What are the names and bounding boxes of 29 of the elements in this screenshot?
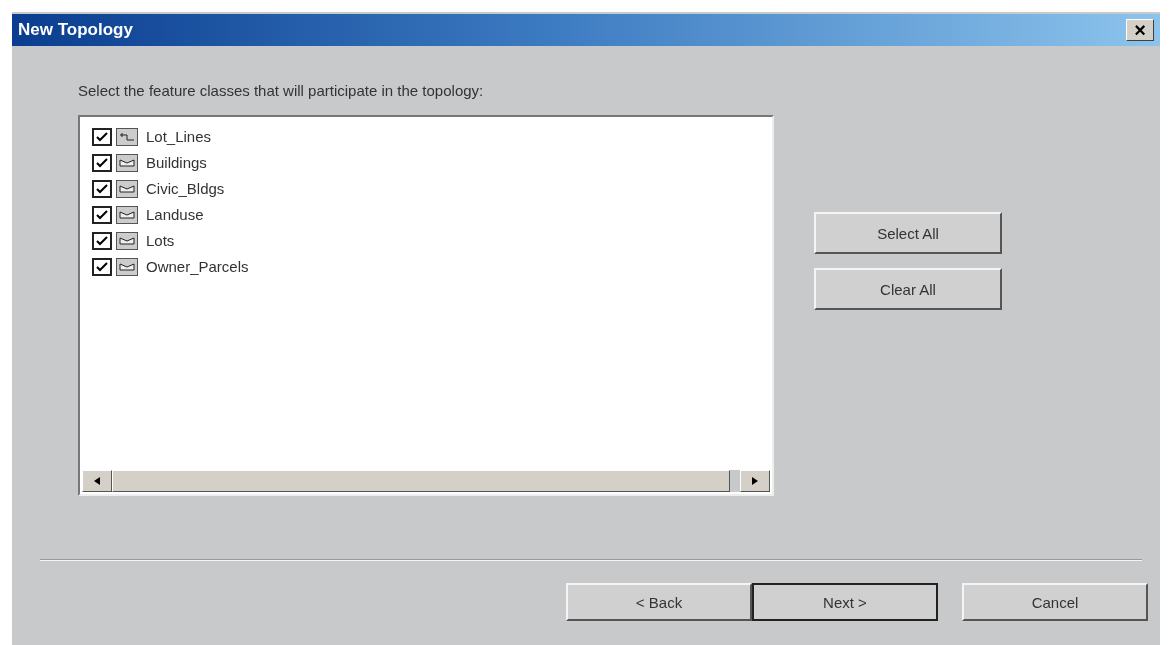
line-layer-icon: [116, 127, 138, 146]
scrollbar-thumb[interactable]: [112, 470, 730, 492]
checkbox[interactable]: [92, 231, 112, 250]
polygon-layer-icon: [116, 231, 138, 250]
polygon-layer-icon: [116, 179, 138, 198]
feature-class-label[interactable]: Owner_Parcels: [146, 258, 249, 275]
feature-class-label[interactable]: Civic_Bldgs: [146, 180, 225, 197]
checkbox[interactable]: [92, 179, 112, 198]
side-button[interactable]: Clear All: [814, 268, 1002, 310]
wizard-button[interactable]: Next >: [752, 583, 938, 621]
instruction-text: Select the feature classes that will participate in the topology:: [78, 82, 485, 99]
checkbox[interactable]: [92, 205, 112, 224]
scroll-left-icon[interactable]: [82, 470, 112, 492]
side-button[interactable]: Select All: [814, 212, 1002, 254]
polygon-layer-icon: [116, 257, 138, 276]
polygon-layer-icon: [116, 153, 138, 172]
wizard-button[interactable]: Cancel: [962, 583, 1148, 621]
feature-class-label[interactable]: Buildings: [146, 154, 207, 171]
feature-class-label[interactable]: Landuse: [146, 206, 204, 223]
polygon-layer-icon: [116, 205, 138, 224]
scroll-right-icon[interactable]: [740, 470, 770, 492]
close-button[interactable]: ×: [1126, 19, 1154, 41]
checkbox[interactable]: [92, 153, 112, 172]
feature-class-label[interactable]: Lot_Lines: [146, 128, 212, 145]
checkbox[interactable]: [92, 127, 112, 146]
feature-class-label[interactable]: Lots: [146, 232, 175, 249]
window-title: New Topology: [18, 20, 133, 40]
wizard-button[interactable]: < Back: [566, 583, 752, 621]
checkbox[interactable]: [92, 257, 112, 276]
